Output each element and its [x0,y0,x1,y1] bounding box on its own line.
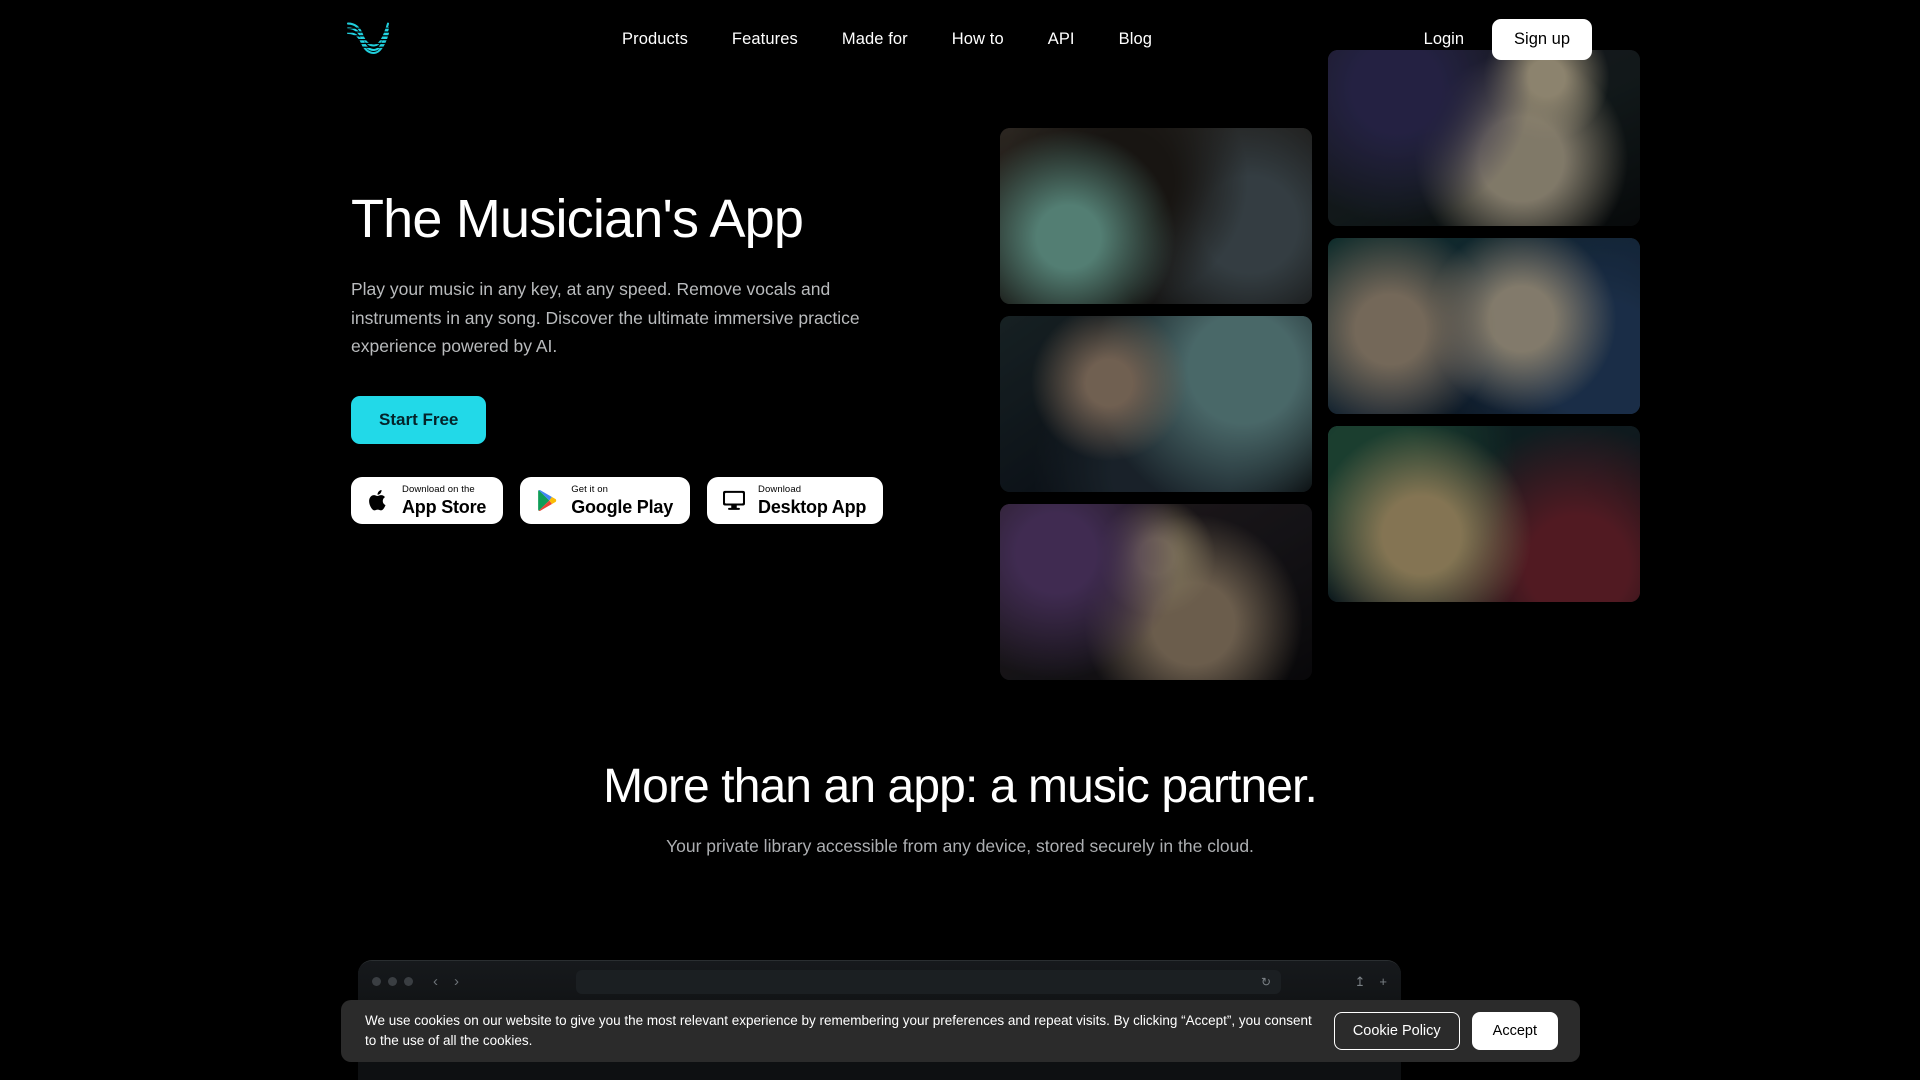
window-traffic-lights [372,977,413,986]
nav-item-blog[interactable]: Blog [1097,22,1174,57]
wave-logo-icon[interactable] [345,22,391,56]
browser-actions: ↥ + [1355,974,1388,990]
gallery-tile-duo-tablet[interactable] [1328,238,1640,414]
section-title: More than an app: a music partner. [603,760,1318,813]
google-play-badge[interactable]: Get it on Google Play [520,476,691,524]
desktop-app-badge-text: Download Desktop App [758,485,866,516]
maximize-dot-icon[interactable] [404,977,413,986]
google-play-badge-big: Google Play [571,496,674,517]
app-store-badge-big: App Store [402,496,487,517]
auth-actions: Login Sign up [1406,0,1592,78]
google-play-icon [534,489,560,512]
share-icon[interactable]: ↥ [1355,974,1366,990]
gallery-tile-acoustic-guitar[interactable] [1328,426,1640,602]
app-store-badge-text: Download on the App Store [402,485,486,516]
accept-cookies-button[interactable]: Accept [1471,1012,1558,1050]
apple-icon [365,488,391,513]
cookie-policy-button[interactable]: Cookie Policy [1333,1012,1460,1050]
hero-image-gallery [1000,50,1640,680]
site-header: Products Features Made for How to API Bl… [0,0,1920,78]
chevron-left-icon[interactable]: ‹ [433,973,438,990]
app-store-badge[interactable]: Download on the App Store [351,476,504,524]
gallery-image [1328,238,1640,414]
browser-nav-buttons: ‹ › [433,973,459,990]
music-partner-section: More than an app: a music partner. Your … [0,760,1920,857]
nav-item-products[interactable]: Products [600,22,710,57]
nav-item-how-to[interactable]: How to [930,22,1026,57]
page-title: The Musician's App [351,189,804,249]
google-play-badge-text: Get it on Google Play [571,485,673,516]
gallery-image [1000,128,1312,304]
close-dot-icon[interactable] [372,977,381,986]
desktop-app-badge-big: Desktop App [758,496,867,517]
google-play-badge-small: Get it on [571,484,609,496]
gallery-tile-bassist-studio[interactable] [1000,128,1312,304]
desktop-app-badge-small: Download [758,484,802,496]
cookie-message: We use cookies on our website to give yo… [365,1012,1312,1048]
nav-item-api[interactable]: API [1026,22,1097,57]
login-link[interactable]: Login [1406,22,1482,57]
signup-button[interactable]: Sign up [1492,18,1592,60]
gallery-image [1328,426,1640,602]
primary-nav: Products Features Made for How to API Bl… [600,0,1174,78]
cookie-consent-banner: We use cookies on our website to give yo… [341,1000,1580,1062]
app-store-badge-small: Download on the [402,484,475,496]
gallery-image [1000,504,1312,680]
section-subtitle: Your private library accessible from any… [666,835,1254,856]
nav-item-made-for[interactable]: Made for [820,22,930,57]
reload-icon[interactable]: ↻ [1261,975,1271,989]
plus-icon[interactable]: + [1379,974,1387,990]
start-free-button[interactable]: Start Free [351,395,487,444]
store-badges: Download on the App Store Get it on Goog… [351,476,951,524]
gallery-tile-bassist-mic[interactable] [1000,504,1312,680]
nav-item-features[interactable]: Features [710,22,820,57]
desktop-app-badge[interactable]: Download Desktop App [707,476,884,524]
minimize-dot-icon[interactable] [388,977,397,986]
hero-content: The Musician's App Play your music in an… [351,189,951,524]
gallery-image [1000,316,1312,492]
url-input[interactable]: ↻ [576,970,1281,994]
browser-toolbar: ‹ › ↻ ↥ + [358,961,1401,1003]
hero-subtitle: Play your music in any key, at any speed… [351,279,860,357]
landing-page: Products Features Made for How to API Bl… [0,0,1920,1080]
gallery-tile-drummer[interactable] [1000,316,1312,492]
chevron-right-icon[interactable]: › [454,973,459,990]
monitor-icon [721,489,747,511]
cookie-actions: Cookie Policy Accept [1333,1012,1558,1050]
